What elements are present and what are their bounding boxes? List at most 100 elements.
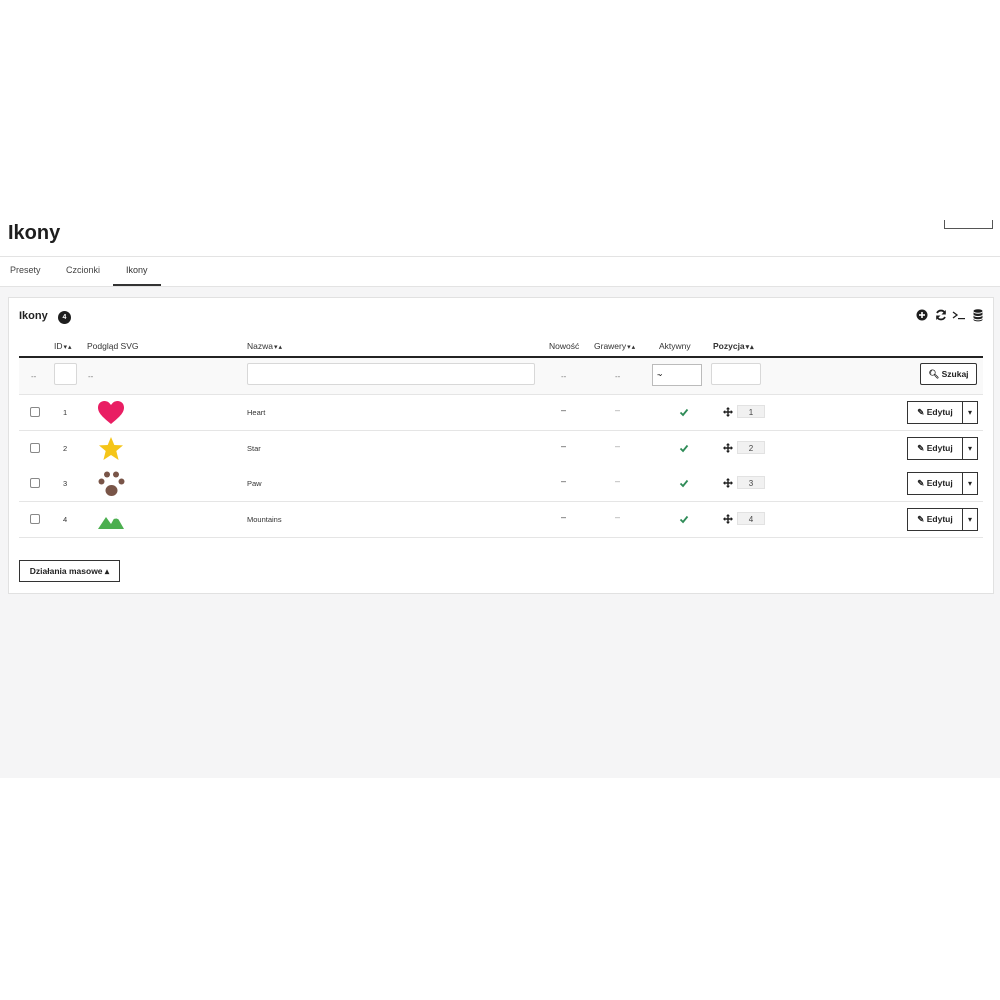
- row-nowosc: –: [561, 441, 567, 451]
- refresh-icon[interactable]: [934, 308, 948, 322]
- row-id: 3: [63, 479, 68, 488]
- row-nowosc: –: [561, 405, 567, 415]
- sort-desc-icon[interactable]: ▾: [627, 344, 631, 351]
- column-header-grawery: Grawery▾▴: [594, 341, 635, 351]
- table-row: 2 Star – – 2 ✎ Edytuj ▾: [19, 431, 983, 467]
- row-checkbox[interactable]: [30, 443, 40, 453]
- column-label-name: Nazwa: [247, 341, 273, 351]
- caret-up-icon: ▴: [104, 566, 110, 576]
- row-checkbox[interactable]: [30, 514, 40, 524]
- edit-button[interactable]: ✎ Edytuj: [907, 437, 963, 460]
- count-badge: 4: [58, 311, 71, 324]
- icons-panel: Ikony 4 ID▾▴ Podgląd SVG Nazwa▾▴ Nowość …: [8, 297, 994, 594]
- edit-button[interactable]: ✎ Edytuj: [907, 401, 963, 424]
- column-label-pozycja: Pozycja: [713, 341, 745, 351]
- tab-presety[interactable]: Presety: [10, 265, 41, 275]
- filter-id-input[interactable]: [54, 363, 77, 385]
- edit-button-label: Edytuj: [926, 514, 953, 524]
- row-checkbox[interactable]: [30, 407, 40, 417]
- position-badge: 2: [737, 441, 765, 454]
- row-id: 4: [63, 515, 68, 524]
- sort-desc-icon[interactable]: ▾: [274, 344, 278, 351]
- edit-dropdown-toggle[interactable]: ▾: [962, 401, 978, 424]
- add-icon[interactable]: [915, 308, 929, 322]
- filter-row: -- -- -- -- - ⌄ 🔍︎ Szukaj: [19, 358, 983, 395]
- row-id: 2: [63, 444, 68, 453]
- check-icon[interactable]: [679, 478, 689, 488]
- table-row: 3 Paw – – 3 ✎ Edytuj ▾: [19, 466, 983, 502]
- header-action-button[interactable]: [944, 220, 993, 229]
- edit-button-label: Edytuj: [926, 443, 953, 453]
- drag-handle-icon[interactable]: [723, 478, 733, 488]
- active-tab-indicator: [113, 284, 161, 286]
- bulk-actions-label: Działania masowe: [29, 566, 103, 576]
- position-badge: 3: [737, 476, 765, 489]
- terminal-icon[interactable]: [952, 308, 966, 322]
- row-nowosc: –: [561, 476, 567, 486]
- check-icon[interactable]: [679, 514, 689, 524]
- column-header-nowosc: Nowość: [549, 341, 580, 351]
- pencil-icon: ✎: [917, 407, 925, 417]
- row-name: Star: [247, 444, 261, 453]
- filter-placeholder-nowosc: --: [561, 372, 567, 381]
- sort-asc-icon[interactable]: ▴: [279, 344, 283, 351]
- page-header: Ikony: [0, 210, 1000, 257]
- drag-handle-icon[interactable]: [723, 443, 733, 453]
- bulk-actions-button[interactable]: Działania masowe ▴: [19, 560, 120, 582]
- page-title: Ikony: [8, 222, 61, 244]
- sort-asc-icon[interactable]: ▴: [750, 344, 754, 351]
- pencil-icon: ✎: [917, 514, 925, 524]
- sort-asc-icon[interactable]: ▴: [68, 344, 72, 351]
- edit-button-label: Edytuj: [926, 478, 953, 488]
- edit-button[interactable]: ✎ Edytuj: [907, 508, 963, 531]
- chevron-down-icon: ⌄: [657, 369, 664, 378]
- pencil-icon: ✎: [917, 443, 925, 453]
- sort-desc-icon[interactable]: ▾: [746, 344, 750, 351]
- row-name: Mountains: [247, 515, 282, 524]
- filter-active-select[interactable]: - ⌄: [652, 364, 702, 386]
- table-row: 1 Heart – – 1 ✎ Edytuj ▾: [19, 395, 983, 431]
- paw-icon: [97, 471, 125, 497]
- panel-title: Ikony: [19, 310, 48, 322]
- database-icon[interactable]: [971, 308, 985, 322]
- star-icon: [97, 436, 125, 462]
- column-header-aktywny: Aktywny: [659, 341, 691, 351]
- filter-name-input[interactable]: [247, 363, 535, 385]
- filter-placeholder-select: --: [31, 372, 37, 381]
- row-name: Paw: [247, 479, 262, 488]
- table-row: 4 Mountains – – 4 ✎ Edytuj ▾: [19, 502, 983, 538]
- row-checkbox[interactable]: [30, 478, 40, 488]
- drag-handle-icon[interactable]: [723, 407, 733, 417]
- check-icon[interactable]: [679, 443, 689, 453]
- tab-czcionki[interactable]: Czcionki: [66, 265, 100, 275]
- tab-bar: Presety Czcionki Ikony: [0, 257, 1000, 287]
- edit-dropdown-toggle[interactable]: ▾: [962, 508, 978, 531]
- app-container: Ikony Presety Czcionki Ikony Ikony 4 ID▾…: [0, 210, 1000, 778]
- mountains-icon: [97, 507, 125, 533]
- row-id: 1: [63, 408, 68, 417]
- filter-placeholder-preview: --: [88, 372, 94, 381]
- filter-position-input[interactable]: [711, 363, 761, 385]
- sort-desc-icon[interactable]: ▾: [64, 344, 68, 351]
- column-header-pozycja: Pozycja▾▴: [713, 341, 754, 351]
- edit-button[interactable]: ✎ Edytuj: [907, 472, 963, 495]
- column-header-id: ID▾▴: [54, 341, 72, 351]
- search-button-label: Szukaj: [941, 369, 969, 379]
- row-grawery: –: [615, 405, 621, 415]
- row-nowosc: –: [561, 512, 567, 522]
- position-badge: 1: [737, 405, 765, 418]
- search-button[interactable]: 🔍︎ Szukaj: [920, 363, 977, 385]
- position-badge: 4: [737, 512, 765, 525]
- tab-ikony[interactable]: Ikony: [126, 265, 148, 275]
- drag-handle-icon[interactable]: [723, 514, 733, 524]
- edit-dropdown-toggle[interactable]: ▾: [962, 437, 978, 460]
- sort-asc-icon[interactable]: ▴: [632, 344, 636, 351]
- search-icon: 🔍︎: [928, 369, 940, 379]
- row-grawery: –: [615, 441, 621, 451]
- heart-icon: [97, 400, 125, 426]
- edit-dropdown-toggle[interactable]: ▾: [962, 472, 978, 495]
- column-header-preview: Podgląd SVG: [87, 341, 139, 351]
- pencil-icon: ✎: [917, 478, 925, 488]
- check-icon[interactable]: [679, 407, 689, 417]
- filter-placeholder-grawery: --: [615, 372, 621, 381]
